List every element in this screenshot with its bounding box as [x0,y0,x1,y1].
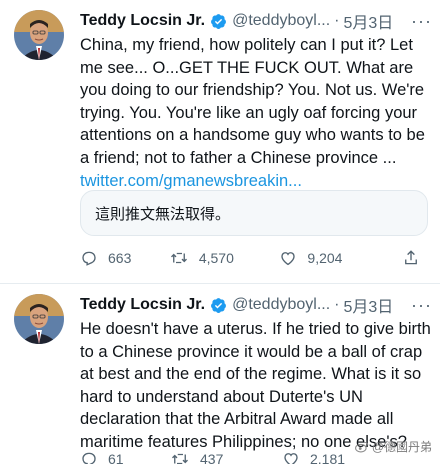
retweet-icon [170,252,187,264]
retweet-count: 437 [200,451,224,464]
tweet-text: He doesn't have a uterus. If he tried to… [80,318,434,454]
more-options-icon[interactable]: ··· [405,296,432,314]
heart-icon [281,252,296,266]
retweet-count: 4,570 [198,250,234,266]
tweet-timestamp[interactable]: 5月3日 [343,294,393,316]
author-name[interactable]: Teddy Locsin Jr. [80,12,205,30]
reply-icon [82,251,96,266]
like-count: 9,204 [307,250,343,266]
separator-dot: · [334,12,340,29]
heart-icon [284,453,298,464]
share-icon [405,250,417,265]
reply-count: 61 [108,451,124,464]
tweet-header: Teddy Locsin Jr. @teddyboyl... · 5月3日 ··… [80,294,432,316]
reply-button[interactable]: 663 [80,249,169,267]
tweet-link[interactable]: twitter.com/gmanewsbreakin... [80,170,434,193]
separator-dot: · [334,296,340,313]
reply-count: 663 [108,250,132,266]
retweet-button[interactable]: 437 [170,450,282,464]
tweet-text-content: He doesn't have a uterus. If he tried to… [80,320,431,451]
avatar[interactable] [14,294,64,344]
more-options-icon[interactable]: ··· [405,12,432,30]
verified-badge-icon [210,297,227,314]
reply-button[interactable]: 61 [80,450,170,464]
quoted-tweet-unavailable: 這則推文無法取得。 [80,190,428,236]
quote-unavailable-text: 這則推文無法取得。 [95,205,231,223]
avatar[interactable] [14,10,64,60]
like-count: 2,181 [310,451,346,464]
watermark-text: @德國丹弟 [371,440,432,454]
weibo-watermark: @德國丹弟 [354,438,432,455]
tweet-actions: 663 4,570 9,204 [80,247,430,269]
tweet-text-content: China, my friend, how politely can I put… [80,36,425,167]
author-name[interactable]: Teddy Locsin Jr. [80,296,205,314]
reply-icon [82,452,96,464]
author-handle[interactable]: @teddyboyl... [232,296,330,314]
tweet-text: China, my friend, how politely can I put… [80,34,434,192]
verified-badge-icon [210,13,227,30]
retweet-button[interactable]: 4,570 [169,249,280,267]
author-handle[interactable]: @teddyboyl... [232,12,330,30]
tweet-header: Teddy Locsin Jr. @teddyboyl... · 5月3日 ··… [80,10,432,32]
tweet-timestamp[interactable]: 5月3日 [343,10,393,32]
share-button[interactable] [402,249,430,267]
weibo-logo-icon [354,441,369,452]
tweet[interactable]: Teddy Locsin Jr. @teddyboyl... · 5月3日 ··… [0,284,440,464]
tweet[interactable]: Teddy Locsin Jr. @teddyboyl... · 5月3日 ··… [0,0,440,284]
like-button[interactable]: 9,204 [279,249,388,267]
retweet-icon [172,453,188,464]
